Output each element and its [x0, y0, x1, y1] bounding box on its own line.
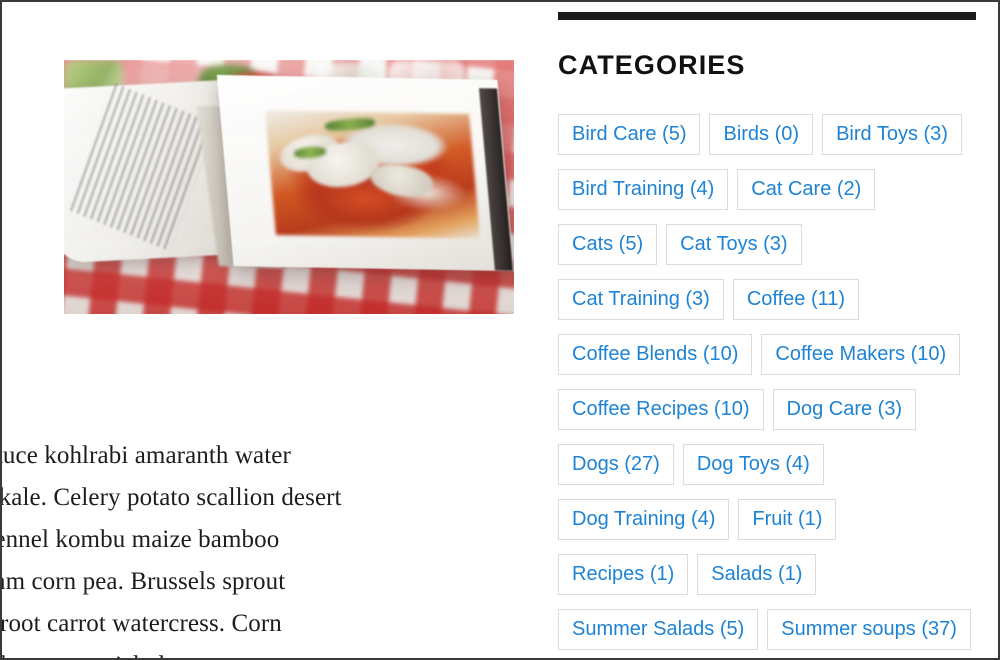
category-tag-salads[interactable]: Salads (1) — [697, 554, 817, 595]
category-tag-dogs[interactable]: Dogs (27) — [558, 444, 674, 485]
category-tag-summer-salads[interactable]: Summer Salads (5) — [558, 609, 759, 650]
category-tag-dog-care[interactable]: Dog Care (3) — [772, 389, 917, 430]
cookbook-photo — [64, 60, 514, 314]
sidebar: CATEGORIES Bird Care (5) Birds (0) Bird To… — [558, 2, 980, 658]
category-tag-cloud[interactable]: Bird Care (5) Birds (0) Bird Toys (3) Bird … — [558, 114, 980, 658]
open-book — [64, 75, 514, 293]
category-tag-cats[interactable]: Cats (5) — [558, 224, 658, 265]
widget-title: CATEGORIES — [558, 50, 746, 80]
category-tag-cat-training[interactable]: Cat Training (3) — [558, 279, 724, 320]
post-body-text: sea lettuce kohlrabi amaranth water rsla… — [0, 442, 342, 658]
category-tag-fruit[interactable]: Fruit (1) — [738, 499, 837, 540]
category-tag-dog-toys[interactable]: Dog Toys (4) — [682, 444, 824, 485]
category-tag-bird-care[interactable]: Bird Care (5) — [558, 114, 701, 155]
category-tag-birds[interactable]: Birds (0) — [709, 114, 814, 155]
post-featured-image — [64, 60, 514, 314]
article-content-column: sea lettuce kohlrabi amaranth water rsla… — [2, 2, 514, 658]
category-tag-summer-soups[interactable]: Summer soups (37) — [767, 609, 971, 650]
category-tag-dog-training[interactable]: Dog Training (4) — [558, 499, 730, 540]
category-tag-cat-care[interactable]: Cat Care (2) — [737, 169, 876, 210]
category-tag-coffee-makers[interactable]: Coffee Makers (10) — [761, 334, 961, 375]
book-text-lines — [69, 84, 216, 252]
category-tag-bird-training[interactable]: Bird Training (4) — [558, 169, 729, 210]
category-tag-coffee-blends[interactable]: Coffee Blends (10) — [558, 334, 753, 375]
browser-viewport: sea lettuce kohlrabi amaranth water rsla… — [0, 0, 1000, 660]
widget-top-rule — [558, 12, 976, 20]
category-tag-coffee[interactable]: Coffee (11) — [732, 279, 860, 320]
category-tag-coffee-recipes[interactable]: Coffee Recipes (10) — [558, 389, 764, 430]
category-tag-cat-toys[interactable]: Cat Toys (3) — [666, 224, 802, 265]
category-tag-bird-toys[interactable]: Bird Toys (3) — [822, 114, 962, 155]
category-tag-recipes[interactable]: Recipes (1) — [558, 554, 689, 595]
